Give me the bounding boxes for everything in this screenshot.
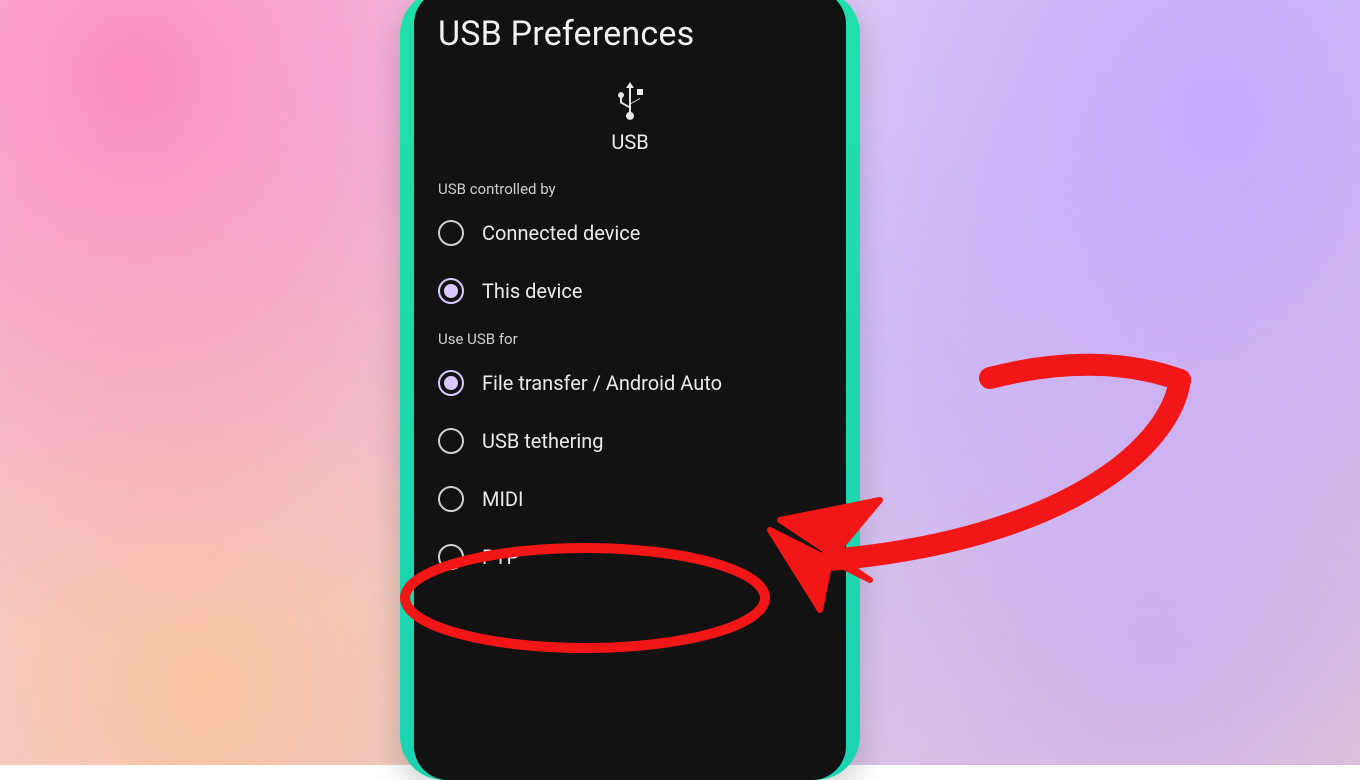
option-midi[interactable]: MIDI	[438, 470, 822, 528]
option-this-device[interactable]: This device	[438, 262, 822, 320]
page-title: USB Preferences	[438, 14, 822, 54]
usb-header-label: USB	[438, 130, 822, 154]
radio-icon-selected	[438, 370, 464, 396]
option-label: PTP	[482, 545, 519, 569]
option-label: Connected device	[482, 221, 640, 245]
radio-icon-selected	[438, 278, 464, 304]
option-label: USB tethering	[482, 429, 604, 453]
phone-screen: USB Preferences USB USB controlled by Co…	[414, 0, 846, 780]
radio-icon	[438, 220, 464, 246]
phone-frame: USB Preferences USB USB controlled by Co…	[400, 0, 860, 780]
usb-icon	[612, 76, 648, 124]
option-file-transfer[interactable]: File transfer / Android Auto	[438, 354, 822, 412]
section-label-use-for: Use USB for	[438, 330, 822, 348]
radio-icon	[438, 486, 464, 512]
radio-icon	[438, 428, 464, 454]
option-label: MIDI	[482, 487, 523, 511]
radio-icon	[438, 544, 464, 570]
usb-header-block: USB	[438, 76, 822, 154]
settings-content: USB Preferences USB USB controlled by Co…	[414, 0, 846, 586]
option-label: File transfer / Android Auto	[482, 371, 722, 395]
option-ptp[interactable]: PTP	[438, 528, 822, 586]
option-connected-device[interactable]: Connected device	[438, 204, 822, 262]
section-label-controlled-by: USB controlled by	[438, 180, 822, 198]
option-label: This device	[482, 279, 582, 303]
option-usb-tethering[interactable]: USB tethering	[438, 412, 822, 470]
